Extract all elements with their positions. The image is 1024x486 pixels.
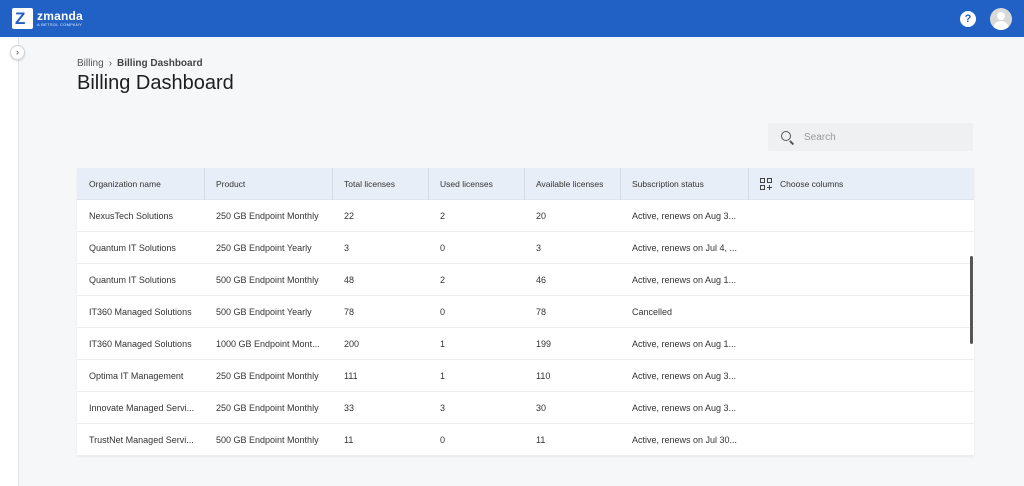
breadcrumb-current: Billing Dashboard xyxy=(117,58,203,69)
cell-total-licenses: 200 xyxy=(344,339,360,349)
column-header-total-licenses[interactable]: Total licenses xyxy=(344,168,395,200)
cell-organization: NexusTech Solutions xyxy=(89,211,174,221)
cell-total-licenses: 48 xyxy=(344,275,355,285)
cell-subscription-status: Active, renews on Jul 30... xyxy=(632,435,738,445)
choose-columns-icon xyxy=(760,178,772,190)
search-box xyxy=(768,123,973,151)
cell-total-licenses: 3 xyxy=(344,243,350,253)
sidebar xyxy=(0,37,19,486)
cell-product: 250 GB Endpoint Monthly xyxy=(216,211,319,221)
cell-organization: Optima IT Management xyxy=(89,371,184,381)
cell-used-licenses: 1 xyxy=(440,339,446,349)
column-header-subscription-status[interactable]: Subscription status xyxy=(632,168,704,200)
cell-product: 500 GB Endpoint Yearly xyxy=(216,307,312,317)
cell-available-licenses: 11 xyxy=(536,435,546,445)
breadcrumb-billing-link[interactable]: Billing xyxy=(77,58,104,69)
cell-available-licenses: 199 xyxy=(536,339,552,349)
cell-product: 250 GB Endpoint Yearly xyxy=(216,243,312,253)
user-avatar-icon[interactable] xyxy=(990,8,1012,30)
table-row[interactable]: NexusTech Solutions 250 GB Endpoint Month… xyxy=(77,200,974,232)
cell-product: 1000 GB Endpoint Mont... xyxy=(216,339,320,349)
column-header-available-licenses[interactable]: Available licenses xyxy=(536,168,603,200)
cell-total-licenses: 111 xyxy=(344,371,358,381)
table-row[interactable]: Quantum IT Solutions 500 GB Endpoint Mont… xyxy=(77,264,974,296)
table-row[interactable]: TrustNet Managed Servi... 500 GB Endpoint… xyxy=(77,424,974,456)
brand-name: zmanda xyxy=(37,9,83,23)
cell-subscription-status: Active, renews on Aug 3... xyxy=(632,403,737,413)
cell-product: 500 GB Endpoint Monthly xyxy=(216,275,319,285)
cell-used-licenses: 0 xyxy=(440,243,446,253)
top-bar: Z zmanda A BETSOL COMPANY ? xyxy=(0,0,1024,37)
cell-available-licenses: 20 xyxy=(536,211,547,221)
chevron-right-icon[interactable]: › xyxy=(10,45,25,60)
cell-used-licenses: 1 xyxy=(440,371,446,381)
cell-available-licenses: 110 xyxy=(536,371,551,381)
cell-available-licenses: 3 xyxy=(536,243,542,253)
table-header: Organization name Product Total licenses… xyxy=(77,168,974,200)
cell-used-licenses: 2 xyxy=(440,275,446,285)
table-scrollbar[interactable] xyxy=(970,256,973,344)
cell-used-licenses: 0 xyxy=(440,307,446,317)
cell-organization: TrustNet Managed Servi... xyxy=(89,435,194,445)
cell-available-licenses: 46 xyxy=(536,275,547,285)
cell-product: 500 GB Endpoint Monthly xyxy=(216,435,319,445)
table-row[interactable]: Quantum IT Solutions 250 GB Endpoint Year… xyxy=(77,232,974,264)
breadcrumb-separator-icon: › xyxy=(108,58,113,69)
cell-subscription-status: Active, renews on Aug 1... xyxy=(632,275,737,285)
cell-subscription-status: Active, renews on Aug 3... xyxy=(632,211,737,221)
cell-total-licenses: 33 xyxy=(344,403,355,413)
zmanda-logo-icon: Z xyxy=(12,8,33,29)
cell-product: 250 GB Endpoint Monthly xyxy=(216,403,319,413)
cell-available-licenses: 78 xyxy=(536,307,547,317)
cell-used-licenses: 2 xyxy=(440,211,446,221)
column-header-used-licenses[interactable]: Used licenses xyxy=(440,168,493,200)
cell-organization: IT360 Managed Solutions xyxy=(89,339,192,349)
cell-subscription-status: Cancelled xyxy=(632,307,673,317)
cell-subscription-status: Active, renews on Aug 1... xyxy=(632,339,737,349)
column-header-organization[interactable]: Organization name xyxy=(89,168,161,200)
cell-subscription-status: Active, renews on Aug 3... xyxy=(632,371,737,381)
cell-total-licenses: 78 xyxy=(344,307,355,317)
cell-total-licenses: 22 xyxy=(344,211,355,221)
table-row[interactable]: IT360 Managed Solutions 500 GB Endpoint Y… xyxy=(77,296,974,328)
help-icon[interactable]: ? xyxy=(960,11,976,27)
table-row[interactable]: Innovate Managed Servi... 250 GB Endpoint… xyxy=(77,392,974,424)
breadcrumb: Billing › Billing Dashboard xyxy=(77,58,203,69)
brand-logo[interactable]: Z zmanda A BETSOL COMPANY xyxy=(12,8,83,29)
cell-organization: Quantum IT Solutions xyxy=(89,275,176,285)
choose-columns-label: Choose columns xyxy=(780,179,844,189)
table-row[interactable]: Optima IT Management 250 GB Endpoint Mont… xyxy=(77,360,974,392)
choose-columns-button[interactable]: Choose columns xyxy=(760,178,843,190)
cell-organization: Innovate Managed Servi... xyxy=(89,403,195,413)
cell-used-licenses: 3 xyxy=(440,403,446,413)
cell-total-licenses: 11 xyxy=(344,435,354,445)
cell-organization: Quantum IT Solutions xyxy=(89,243,176,253)
cell-product: 250 GB Endpoint Monthly xyxy=(216,371,319,381)
brand-tagline: A BETSOL COMPANY xyxy=(37,22,83,27)
page-title: Billing Dashboard xyxy=(77,72,234,94)
column-header-product[interactable]: Product xyxy=(216,168,245,200)
search-icon xyxy=(781,131,791,141)
search-input[interactable] xyxy=(804,128,964,146)
cell-subscription-status: Active, renews on Jul 4, ... xyxy=(632,243,738,253)
cell-organization: IT360 Managed Solutions xyxy=(89,307,192,317)
cell-available-licenses: 30 xyxy=(536,403,547,413)
billing-table: Organization name Product Total licenses… xyxy=(77,168,974,456)
cell-used-licenses: 0 xyxy=(440,435,446,445)
table-row[interactable]: IT360 Managed Solutions 1000 GB Endpoint … xyxy=(77,328,974,360)
